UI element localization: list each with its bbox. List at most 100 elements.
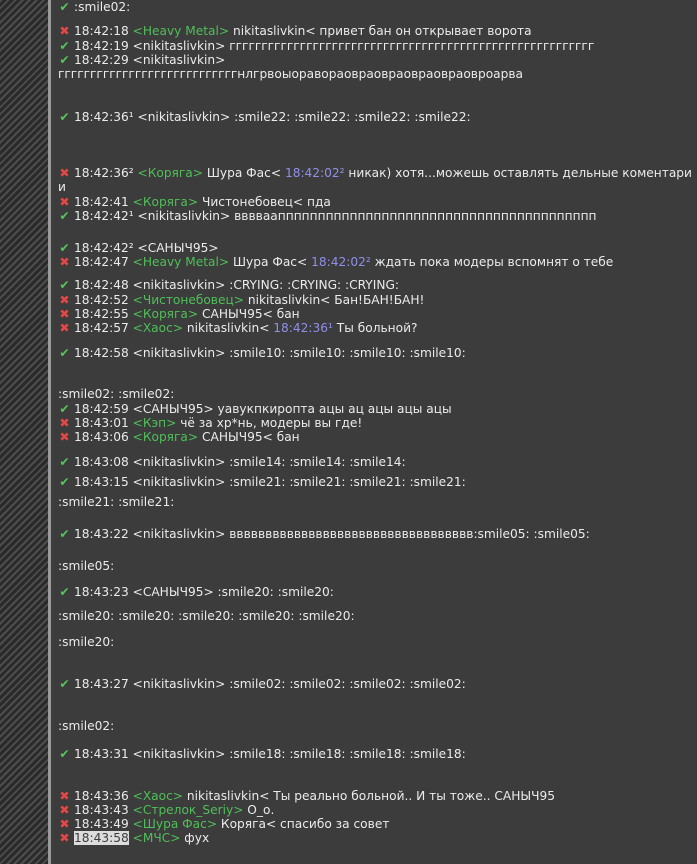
check-icon: ✔ — [59, 0, 70, 14]
chat-line: ✔ 18:42:42¹ <nikitaslivkin> ввввааппппппп… — [58, 209, 693, 223]
message-text: :smile02: — [58, 719, 115, 733]
chat-line: ✔ 18:43:27 <nikitaslivkin> :smile02: :smi… — [58, 677, 693, 691]
nickname[interactable]: <nikitaslivkin> — [133, 39, 226, 53]
chat-line: ✖ 18:43:36 <Хаос> nikitaslivkin< Ты реаль… — [58, 789, 693, 803]
chat-line: ✖ 18:42:41 <Коряга> Чистонебовец< пда — [58, 195, 693, 209]
chat-line: ✔ 18:42:59 <САНЫЧ95> уавукпкиропта ацы ац… — [58, 402, 693, 416]
cross-icon: ✖ — [59, 307, 70, 321]
nickname[interactable]: <САНЫЧ95> — [133, 585, 214, 599]
timestamp: 18:42:47 — [74, 255, 129, 269]
chat-line: ✔:smile02: — [58, 0, 693, 14]
message-text: Шура Фас< — [229, 255, 312, 269]
nickname[interactable]: <Коряга> — [133, 307, 198, 321]
message-text: чё за хр*нь, модеры вы где! — [176, 416, 363, 430]
nickname[interactable]: <Хаос> — [133, 321, 183, 335]
nickname[interactable]: <nikitaslivkin> — [133, 53, 226, 67]
chat-line: ✔ 18:42:48 <nikitaslivkin> :CRYING: :CRYI… — [58, 278, 693, 292]
chat-line: ✔ 18:43:15 <nikitaslivkin> :smile21: :smi… — [58, 475, 693, 489]
message-text: :smile18: :smile18: :smile18: :smile18: — [225, 747, 466, 761]
chat-line: ✖ 18:42:18 <Heavy Metal> nikitaslivkin< п… — [58, 24, 693, 38]
cross-icon: ✖ — [59, 416, 70, 430]
message-text: :CRYING: :CRYING: :CRYING: — [225, 278, 400, 292]
nickname[interactable]: <Шура Фас> — [133, 817, 217, 831]
timestamp-reference[interactable]: 18:42:02² — [285, 166, 345, 180]
timestamp: 18:42:29 — [74, 53, 129, 67]
chat-line: ✔ 18:43:31 <nikitaslivkin> :smile18: :smi… — [58, 747, 693, 761]
timestamp: 18:42:58 — [74, 346, 129, 360]
nickname[interactable]: <САНЫЧ95> — [138, 241, 219, 255]
nickname[interactable]: <nikitaslivkin> — [133, 278, 226, 292]
nickname[interactable]: <САНЫЧ95> — [133, 402, 214, 416]
message-text: Ты больной? — [332, 321, 418, 335]
nickname[interactable]: <Heavy Metal> — [133, 24, 230, 38]
nickname[interactable]: <Heavy Metal> — [133, 255, 230, 269]
nickname[interactable]: <nikitaslivkin> — [133, 346, 226, 360]
message-text: САНЫЧ95< бан — [198, 307, 300, 321]
timestamp: 18:42:55 — [74, 307, 129, 321]
chat-line: :smile05: — [58, 559, 693, 573]
nickname[interactable]: <nikitaslivkin> — [138, 209, 231, 223]
timestamp: 18:43:31 — [74, 747, 129, 761]
timestamp: 18:43:06 — [74, 430, 129, 444]
timestamp-reference[interactable]: 18:42:36¹ — [273, 321, 333, 335]
nickname[interactable]: <Хаос> — [133, 789, 183, 803]
timestamp: 18:42:42² — [74, 241, 134, 255]
nickname[interactable]: <Коряга> — [133, 430, 198, 444]
cross-icon: ✖ — [59, 789, 70, 803]
message-text: nikitaslivkin< — [183, 321, 274, 335]
cross-icon: ✖ — [59, 24, 70, 38]
chat-line: ✔ 18:42:42² <САНЫЧ95> — [58, 241, 693, 255]
message-text: вввваапппппппппппппппппппппппппппппппппп… — [230, 209, 597, 223]
cross-icon: ✖ — [59, 321, 70, 335]
check-icon: ✔ — [59, 402, 70, 416]
sidebar-pattern — [0, 0, 51, 864]
message-text: :smile22: :smile22: :smile22: :smile22: — [230, 110, 471, 124]
nickname[interactable]: <nikitaslivkin> — [133, 455, 226, 469]
check-icon: ✔ — [59, 346, 70, 360]
message-text: ггггггггггггггггггггггггггггнлгрвоыораво… — [58, 67, 524, 81]
timestamp: 18:43:15 — [74, 475, 129, 489]
message-text: фух — [180, 831, 210, 845]
chat-line: ✔ 18:42:19 <nikitaslivkin> гггггггггггггг… — [58, 39, 693, 53]
nickname[interactable]: <nikitaslivkin> — [138, 110, 231, 124]
nickname[interactable]: <nikitaslivkin> — [133, 475, 226, 489]
message-text: Коряга< спасибо за совет — [217, 817, 390, 831]
timestamp: 18:42:41 — [74, 195, 129, 209]
timestamp-reference[interactable]: 18:42:02² — [311, 255, 371, 269]
nickname[interactable]: <Кэп> — [133, 416, 177, 430]
cross-icon: ✖ — [59, 195, 70, 209]
chat-line: ✖ 18:43:01 <Кэп> чё за хр*нь, модеры вы г… — [58, 416, 693, 430]
check-icon: ✔ — [59, 747, 70, 761]
nickname[interactable]: <Чистонебовец> — [133, 293, 244, 307]
message-text: Шура Фас< — [202, 166, 285, 180]
nickname[interactable]: <nikitaslivkin> — [133, 527, 226, 541]
check-icon: ✔ — [59, 209, 70, 223]
chat-line: ✖ 18:43:06 <Коряга> САНЫЧ95< бан — [58, 430, 693, 444]
nickname[interactable]: <nikitaslivkin> — [133, 677, 226, 691]
cross-icon: ✖ — [59, 803, 70, 817]
timestamp: 18:43:36 — [74, 789, 129, 803]
message-text: САНЫЧ95< бан — [198, 430, 300, 444]
chat-line: :smile21: :smile21: — [58, 495, 693, 509]
timestamp: 18:42:57 — [74, 321, 129, 335]
chat-log[interactable]: ✔:smile02: ✖ 18:42:18 <Heavy Metal> nikita… — [51, 0, 697, 864]
cross-icon: ✖ — [59, 166, 70, 180]
chat-line: ✖ 18:42:57 <Хаос> nikitaslivkin< 18:42:36… — [58, 321, 693, 335]
nickname[interactable]: <Коряга> — [133, 195, 198, 209]
nickname[interactable]: <МЧС> — [133, 831, 181, 845]
timestamp: 18:42:52 — [74, 293, 129, 307]
check-icon: ✔ — [59, 455, 70, 469]
cross-icon: ✖ — [59, 293, 70, 307]
message-text: :smile02: :smile02: :smile02: :smile02: — [225, 677, 466, 691]
check-icon: ✔ — [59, 475, 70, 489]
timestamp: 18:43:27 — [74, 677, 129, 691]
nickname[interactable]: <Стрелок_Seriy> — [133, 803, 244, 817]
check-icon: ✔ — [59, 585, 70, 599]
timestamp: 18:43:43 — [74, 803, 129, 817]
check-icon: ✔ — [59, 278, 70, 292]
chat-line: :smile02: :smile02: — [58, 387, 693, 401]
nickname[interactable]: <Коряга> — [138, 166, 203, 180]
chat-line: ✖ 18:43:58 <МЧС> фух — [58, 831, 693, 845]
nickname[interactable]: <nikitaslivkin> — [133, 747, 226, 761]
chat-line: ✔ 18:42:29 <nikitaslivkin> — [58, 53, 693, 67]
